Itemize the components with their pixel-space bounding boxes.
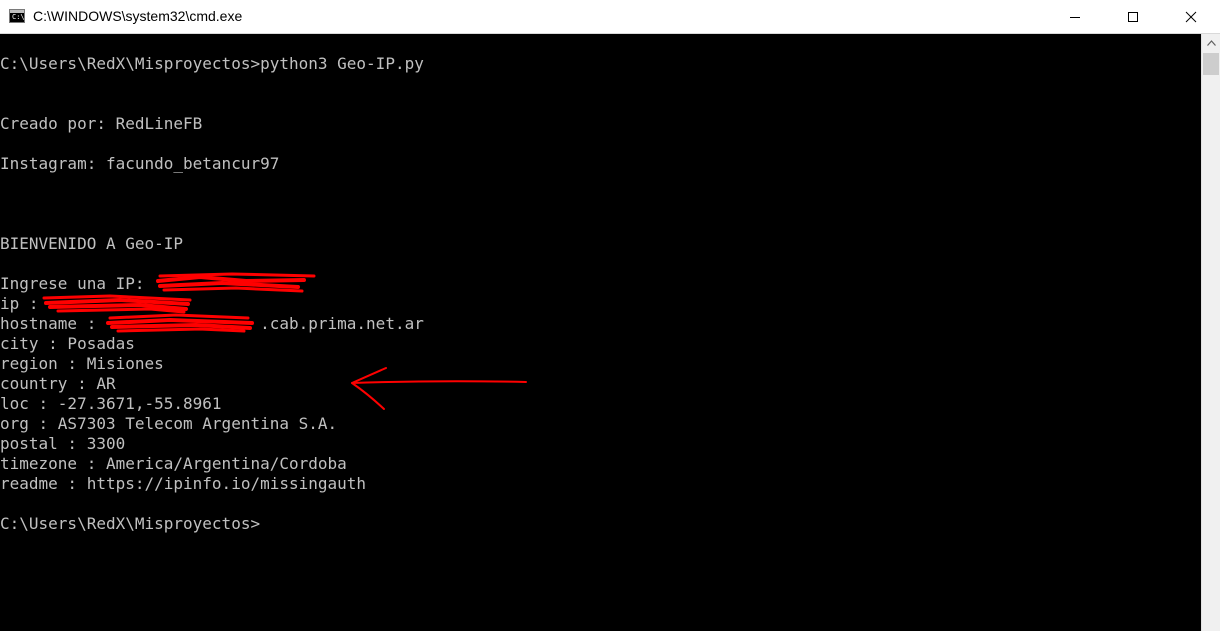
readme-line: readme : https://ipinfo.io/missingauth [0,474,367,493]
welcome-line: BIENVENIDO A Geo-IP [0,234,184,253]
cmd-icon[interactable]: C:\ [9,9,25,23]
timezone-line: timezone : America/Argentina/Cordoba [0,454,347,473]
maximize-button[interactable] [1104,0,1162,33]
hostname-line: hostname : .cab.prima.net.ar [0,314,424,333]
close-button[interactable] [1162,0,1220,33]
country-line: country : AR [0,374,116,393]
scroll-thumb[interactable] [1203,53,1219,75]
ip-prompt-line: Ingrese una IP: [0,274,155,293]
scroll-up-button[interactable] [1202,34,1220,52]
author-line: Creado por: RedLineFB [0,114,203,133]
console-output[interactable]: C:\Users\RedX\Misproyectos>python3 Geo-I… [0,34,1201,631]
title-bar[interactable]: C:\ C:\WINDOWS\system32\cmd.exe [0,0,1220,34]
command-line: C:\Users\RedX\Misproyectos>python3 Geo-I… [0,54,424,73]
instagram-line: Instagram: facundo_betancur97 [0,154,280,173]
org-line: org : AS7303 Telecom Argentina S.A. [0,414,338,433]
window-title: C:\WINDOWS\system32\cmd.exe [33,8,243,24]
minimize-icon [1070,16,1080,18]
cmd-window: C:\ C:\WINDOWS\system32\cmd.exe C:\Users… [0,0,1220,631]
loc-line: loc : -27.3671,-55.8961 [0,394,222,413]
city-line: city : Posadas [0,334,135,353]
minimize-button[interactable] [1046,0,1104,33]
prompt-line: C:\Users\RedX\Misproyectos> [0,514,261,533]
chevron-up-icon [1206,40,1216,46]
ip-line: ip : [0,294,49,313]
close-icon [1185,11,1197,22]
vertical-scrollbar[interactable] [1201,34,1220,631]
region-line: region : Misiones [0,354,164,373]
maximize-icon [1128,11,1138,22]
postal-line: postal : 3300 [0,434,126,453]
